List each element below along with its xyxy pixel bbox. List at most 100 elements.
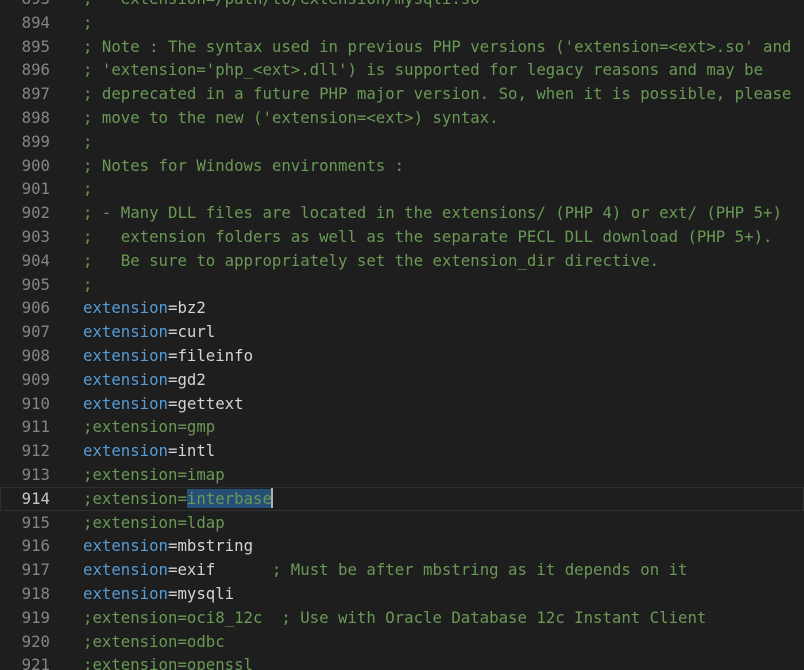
line-code[interactable]: ; Note : The syntax used in previous PHP… [83, 35, 791, 59]
line-code[interactable]: extension=mbstring [83, 534, 253, 558]
line-code[interactable]: ; 'extension='php_<ext>.dll') is support… [83, 58, 763, 82]
code-editor[interactable]: 893 ; extension=/path/to/extension/mysqli… [0, 0, 804, 670]
keyword-token: extension [83, 441, 169, 461]
line-number: 919 [21, 607, 50, 627]
code-line[interactable]: 896 ; 'extension='php_<ext>.dll') is supp… [0, 58, 804, 82]
line-code[interactable]: ;extension=ldap [83, 511, 225, 535]
line-code[interactable]: ; [83, 130, 92, 154]
value-token: =mbstring [168, 536, 254, 556]
line-number: 909 [21, 369, 50, 389]
comment-token: ; Notes for Windows environments : [83, 155, 405, 175]
code-line[interactable]: 907 extension=curl [0, 320, 804, 344]
keyword-token: extension [83, 369, 169, 389]
code-line[interactable]: 894; [0, 11, 804, 35]
line-code[interactable]: ;extension=gmp [83, 415, 215, 439]
code-line[interactable]: 921 ;extension=openssl [0, 653, 804, 670]
code-line-current[interactable]: 914 ;extension=interbase [0, 486, 804, 511]
comment-token: ;extension=ldap [83, 512, 225, 532]
value-token: =exif [168, 560, 272, 580]
line-code[interactable]: ; extension folders as well as the separ… [83, 225, 772, 249]
line-code[interactable]: extension=curl [83, 320, 215, 344]
line-number: 906 [21, 298, 50, 318]
line-code[interactable]: ; [83, 11, 92, 35]
line-code[interactable]: extension=fileinfo [83, 344, 253, 368]
line-code[interactable]: extension=exif ; Must be after mbstring … [83, 558, 688, 582]
code-line[interactable]: 920 ;extension=odbc [0, 630, 804, 654]
line-code[interactable]: ; Notes for Windows environments : [83, 154, 404, 178]
line-code[interactable]: ; move to the new ('extension=<ext>) syn… [83, 106, 499, 130]
code-line[interactable]: 897 ; deprecated in a future PHP major ve… [0, 82, 804, 106]
value-token: =mysqli [168, 583, 235, 603]
code-line[interactable]: 901; [0, 177, 804, 201]
comment-token: ; [83, 274, 93, 294]
line-code[interactable]: extension=gettext [83, 392, 244, 416]
line-code[interactable]: ;extension=openssl [83, 653, 253, 670]
code-line[interactable]: 911 ;extension=gmp [0, 415, 804, 439]
line-code[interactable]: ; - Many DLL files are located in the ex… [83, 201, 782, 225]
code-line[interactable]: 917 extension=exif ; Must be after mbstri… [0, 558, 804, 582]
line-number: 901 [21, 179, 50, 199]
comment-token: ;extension=imap [83, 464, 225, 484]
line-number: 898 [21, 107, 50, 127]
line-code[interactable]: ;extension=odbc [83, 630, 225, 654]
keyword-token: extension [83, 583, 169, 603]
line-number: 913 [21, 464, 50, 484]
comment-token: ; - Many DLL files are located in the ex… [83, 203, 782, 223]
line-number: 917 [21, 560, 50, 580]
line-code[interactable]: extension=gd2 [83, 368, 206, 392]
code-line[interactable]: 913 ;extension=imap [0, 463, 804, 487]
line-code[interactable]: extension=bz2 [83, 296, 206, 320]
code-line[interactable]: 910 extension=gettext [0, 392, 804, 416]
text-cursor [270, 487, 273, 508]
code-line[interactable]: 916 extension=mbstring [0, 534, 804, 558]
code-line[interactable]: 908 extension=fileinfo [0, 344, 804, 368]
comment-token: ; Be sure to appropriately set the exten… [83, 250, 660, 270]
value-token: =bz2 [168, 298, 206, 318]
value-token: =gd2 [168, 369, 206, 389]
code-line[interactable]: 898 ; move to the new ('extension=<ext>) … [0, 106, 804, 130]
line-code[interactable]: ; Be sure to appropriately set the exten… [83, 249, 659, 273]
keyword-token: extension [83, 560, 169, 580]
line-code[interactable]: ;extension=oci8_12c ; Use with Oracle Da… [83, 606, 706, 630]
value-token: =fileinfo [168, 345, 254, 365]
code-line[interactable]: 893 ; extension=/path/to/extension/mysqli… [0, 0, 804, 11]
line-code[interactable]: ; [83, 273, 92, 297]
keyword-token: extension [83, 345, 169, 365]
comment-token: ;extension=oci8_12c ; Use with Oracle Da… [83, 607, 707, 627]
comment-token: ; [83, 179, 93, 199]
code-line[interactable]: 905; [0, 273, 804, 297]
line-code[interactable]: ; [83, 177, 92, 201]
line-number: 908 [21, 345, 50, 365]
line-code[interactable]: ; deprecated in a future PHP major versi… [83, 82, 791, 106]
editor-lines: 893 ; extension=/path/to/extension/mysqli… [0, 0, 804, 670]
code-line[interactable]: 915 ;extension=ldap [0, 511, 804, 535]
line-number: 893 [0, 0, 50, 11]
code-line[interactable]: 919 ;extension=oci8_12c ; Use with Oracle… [0, 606, 804, 630]
line-number: 914 [21, 488, 50, 508]
code-line[interactable]: 903 ; extension folders as well as the se… [0, 225, 804, 249]
code-line[interactable]: 909 extension=gd2 [0, 368, 804, 392]
code-line[interactable]: 899; [0, 130, 804, 154]
line-number: 918 [21, 583, 50, 603]
line-code[interactable]: ; extension=/path/to/extension/mysqli.so [83, 0, 480, 11]
line-code[interactable]: extension=mysqli [83, 582, 234, 606]
code-line[interactable]: 912 extension=intl [0, 439, 804, 463]
comment-token: ; [83, 131, 93, 151]
code-line[interactable]: 895 ; Note : The syntax used in previous … [0, 35, 804, 59]
code-line[interactable]: 902 ; - Many DLL files are located in the… [0, 201, 804, 225]
line-number: 900 [21, 155, 50, 175]
comment-token: ;extension=openssl [83, 655, 254, 670]
code-line[interactable]: 900 ; Notes for Windows environments : [0, 154, 804, 178]
comment-token: ;extension= [83, 488, 187, 508]
line-code[interactable]: ;extension=interbase [83, 487, 273, 511]
comment-token: ; 'extension='php_<ext>.dll') is support… [83, 60, 764, 80]
value-token: =intl [168, 441, 216, 461]
selected-text: interbase [186, 488, 272, 508]
line-code[interactable]: extension=intl [83, 439, 215, 463]
value-token: =curl [168, 322, 216, 342]
code-line[interactable]: 904 ; Be sure to appropriately set the ex… [0, 249, 804, 273]
line-code[interactable]: ;extension=imap [83, 463, 225, 487]
code-line[interactable]: 918 extension=mysqli [0, 582, 804, 606]
code-line[interactable]: 906 extension=bz2 [0, 296, 804, 320]
line-number: 903 [21, 226, 50, 246]
